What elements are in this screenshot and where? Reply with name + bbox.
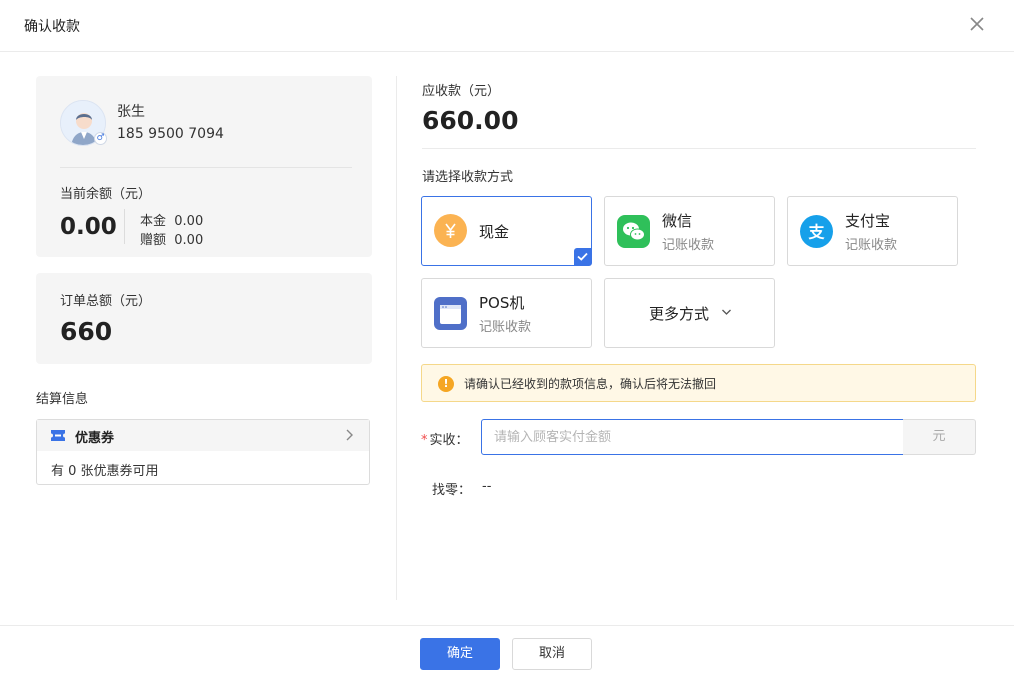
cancel-button[interactable]: 取消	[512, 638, 592, 670]
payment-method-name: 微信	[662, 212, 693, 230]
male-icon: ♂	[94, 132, 107, 145]
confirm-button[interactable]: 确定	[420, 638, 500, 670]
pos-terminal-icon	[434, 297, 467, 330]
gift-amount: 赠额 0.00	[140, 233, 204, 248]
actual-amount-input[interactable]	[481, 419, 904, 455]
amount-due-label: 应收款（元）	[422, 84, 501, 99]
divider	[60, 167, 352, 168]
yuan-icon	[434, 214, 467, 247]
payment-method-subtitle: 记账收款	[479, 320, 532, 335]
divider	[422, 148, 976, 149]
change-label: 找零：	[432, 483, 472, 498]
coupon-title: 优惠券	[75, 431, 115, 446]
currency-unit: 元	[903, 419, 976, 455]
member-name: 张生	[117, 104, 145, 120]
dialog-title: 确认收款	[24, 19, 80, 35]
more-methods-label: 更多方式	[649, 305, 710, 323]
order-total-label: 订单总额（元）	[60, 294, 152, 309]
order-total-card: 订单总额（元） 660	[36, 273, 372, 364]
payment-method-label: 请选择收款方式	[422, 170, 514, 185]
payment-method-subtitle: 记账收款	[662, 238, 715, 253]
payment-method-subtitle: 记账收款	[845, 238, 898, 253]
settlement-title: 结算信息	[36, 392, 89, 407]
dialog-header: 确认收款	[0, 0, 1014, 52]
coupon-availability: 有 0 张优惠券可用	[51, 464, 159, 479]
coupon-icon	[51, 430, 65, 441]
member-panel: ♂ 张生 185 9500 7094 当前余额（元） 0.00 本金 0.00 …	[36, 76, 372, 485]
divider	[124, 209, 125, 244]
payment-method-name: POS机	[479, 294, 525, 312]
confirm-payment-dialog: 确认收款 ♂ 张生 185 9500 7094 当前余额（元） 0.00 本金 …	[0, 0, 1014, 679]
wechat-icon	[617, 215, 650, 248]
amount-due-value: 660.00	[422, 106, 519, 135]
actual-received-label: * 实收：	[421, 429, 469, 448]
order-total-value: 660	[60, 317, 113, 346]
principal-amount: 本金 0.00	[140, 214, 204, 229]
actual-received-text: 实收：	[429, 433, 469, 448]
payment-method-name: 现金	[479, 223, 510, 241]
payment-method-alipay[interactable]: 支 支付宝 记账收款	[787, 196, 958, 266]
member-phone: 185 9500 7094	[117, 126, 224, 142]
coupon-box[interactable]: 优惠券 有 0 张优惠券可用	[36, 419, 370, 485]
chevron-down-icon	[722, 309, 731, 315]
warning-notice: ! 请确认已经收到的款项信息，确认后将无法撤回	[421, 364, 976, 402]
alipay-icon: 支	[800, 215, 833, 248]
balance-label: 当前余额（元）	[60, 187, 152, 202]
close-icon[interactable]	[966, 13, 988, 35]
payment-method-name: 支付宝	[845, 212, 891, 230]
payment-method-pos[interactable]: POS机 记账收款	[421, 278, 592, 348]
change-value: --	[482, 479, 492, 494]
payment-method-cash[interactable]: 现金	[421, 196, 592, 266]
check-icon	[574, 248, 591, 265]
member-card: ♂ 张生 185 9500 7094 当前余额（元） 0.00 本金 0.00 …	[36, 76, 372, 257]
divider	[396, 76, 397, 600]
notice-text: 请确认已经收到的款项信息，确认后将无法撤回	[464, 377, 717, 391]
chevron-right-icon[interactable]	[343, 428, 355, 442]
payment-method-wechat[interactable]: 微信 记账收款	[604, 196, 775, 266]
more-methods-button[interactable]: 更多方式	[604, 278, 775, 348]
svg-text:支: 支	[807, 223, 825, 242]
required-mark: *	[421, 433, 428, 448]
dialog-footer: 确定 取消	[0, 625, 1014, 679]
warning-icon: !	[438, 376, 454, 392]
balance-value: 0.00	[60, 214, 117, 240]
coupon-header[interactable]: 优惠券	[37, 420, 369, 451]
